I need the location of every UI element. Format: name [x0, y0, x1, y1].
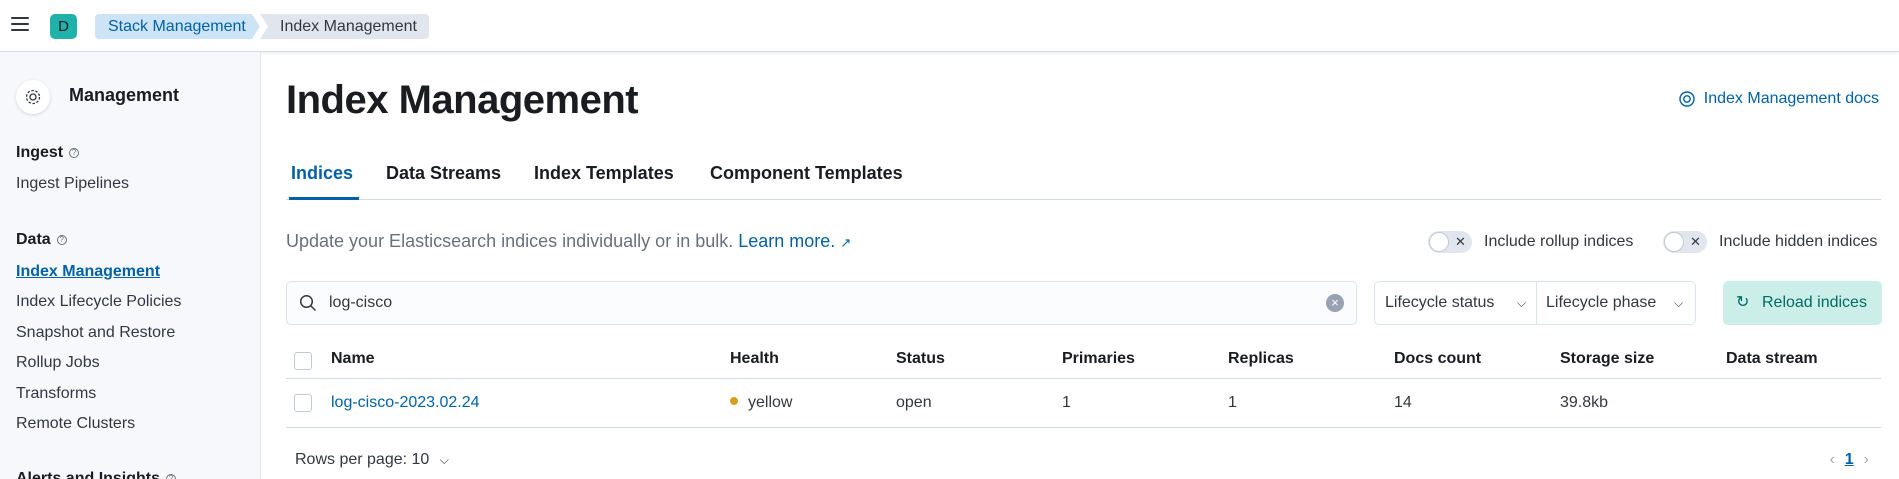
sidebar-item-index-management[interactable]: Index Management — [16, 263, 160, 281]
sidebar-item-transforms[interactable]: Transforms — [16, 385, 96, 403]
primaries-cell: 1 — [1062, 394, 1071, 411]
storage-size-cell: 39.8kb — [1560, 394, 1609, 411]
sidebar-item-snapshot-and-restore[interactable]: Snapshot and Restore — [16, 324, 175, 342]
column-docs-count[interactable]: Docs count — [1394, 350, 1481, 368]
rows-per-page-button[interactable]: Rows per page: 10 ⌵ — [295, 451, 449, 469]
toggle-rollup-indices[interactable]: ✕ Include rollup indices — [1428, 231, 1633, 253]
select-all-checkbox[interactable] — [294, 352, 312, 370]
pagination: ‹ 1 › — [1819, 451, 1879, 469]
reload-label: Reload indices — [1762, 294, 1867, 311]
space-avatar[interactable]: D — [50, 14, 77, 39]
menu-icon[interactable] — [11, 17, 29, 31]
column-primaries[interactable]: Primaries — [1062, 350, 1135, 368]
column-health[interactable]: Health — [730, 350, 779, 368]
chevron-down-icon: ⌵ — [1674, 296, 1684, 310]
help-icon[interactable]: ? — [69, 147, 80, 158]
breadcrumb-index-management: Index Management — [260, 14, 429, 39]
hidden-switch[interactable]: ✕ — [1663, 231, 1707, 253]
column-storage-size[interactable]: Storage size — [1560, 350, 1654, 368]
tab-component-templates[interactable]: Component Templates — [710, 163, 903, 184]
breadcrumb-stack-management[interactable]: Stack Management — [95, 14, 260, 39]
column-status[interactable]: Status — [896, 350, 945, 368]
clear-search-icon[interactable]: × — [1326, 294, 1344, 312]
docs-link-label: Index Management docs — [1703, 90, 1879, 107]
sidebar-section-data: Data? — [16, 231, 67, 249]
previous-page-icon[interactable]: ‹ — [1829, 451, 1834, 469]
reload-indices-button[interactable]: ↻ Reload indices — [1723, 281, 1882, 325]
rollup-switch[interactable]: ✕ — [1428, 231, 1472, 253]
filter-group: Lifecycle status ⌵ Lifecycle phase ⌵ — [1374, 281, 1696, 325]
learn-more-link[interactable]: Learn more. ↗ — [738, 231, 851, 251]
tab-data-streams[interactable]: Data Streams — [386, 163, 501, 184]
sidebar-title: Management — [69, 85, 180, 105]
next-page-icon[interactable]: › — [1864, 451, 1869, 469]
chevron-down-icon: ⌵ — [439, 453, 449, 467]
toggle-hidden-indices[interactable]: ✕ Include hidden indices — [1663, 231, 1877, 253]
top-header: D Stack Management Index Management — [0, 0, 1899, 52]
sidebar-item-ingest-pipelines[interactable]: Ingest Pipelines — [16, 175, 129, 193]
index-name-link[interactable]: log-cisco-2023.02.24 — [331, 394, 480, 412]
table-row: log-cisco-2023.02.24 yellow open 1 1 14 … — [286, 379, 1881, 428]
search-bar: × — [286, 281, 1357, 325]
tab-selected-indicator — [289, 197, 359, 200]
page-title: Index Management — [286, 78, 639, 122]
replicas-cell: 1 — [1228, 394, 1237, 411]
sidebar-item-index-lifecycle-policies[interactable]: Index Lifecycle Policies — [16, 293, 181, 311]
sidebar-section-alerts-and-insights: Alerts and Insights? — [16, 470, 177, 479]
sidebar-item-remote-clusters[interactable]: Remote Clusters — [16, 415, 135, 433]
help-ring-icon — [1679, 91, 1695, 107]
tab-index-templates[interactable]: Index Templates — [534, 163, 674, 184]
health-status-dot — [730, 396, 738, 405]
row-checkbox[interactable] — [294, 394, 312, 412]
docs-count-cell: 14 — [1394, 394, 1412, 411]
sidebar: Management Ingest? Ingest Pipelines Data… — [0, 52, 261, 479]
sidebar-item-rollup-jobs[interactable]: Rollup Jobs — [16, 354, 100, 372]
tab-indices[interactable]: Indices — [291, 163, 353, 184]
filter-lifecycle-phase[interactable]: Lifecycle phase ⌵ — [1546, 282, 1696, 324]
status-cell: open — [896, 394, 932, 411]
gear-icon — [16, 80, 50, 114]
main-content: Index Management Index Management docs I… — [262, 52, 1899, 479]
search-input[interactable] — [329, 292, 1279, 314]
help-icon[interactable]: ? — [166, 473, 177, 479]
chevron-down-icon: ⌵ — [1517, 296, 1527, 310]
external-link-icon: ↗ — [840, 235, 852, 250]
column-data-stream[interactable]: Data stream — [1726, 350, 1818, 368]
help-icon[interactable]: ? — [56, 234, 67, 245]
page-description: Update your Elasticsearch indices indivi… — [286, 231, 851, 252]
table-header: Name Health Status Primaries Replicas Do… — [286, 342, 1881, 379]
description-text: Update your Elasticsearch indices indivi… — [286, 231, 734, 251]
sidebar-section-ingest: Ingest? — [16, 144, 80, 162]
column-name[interactable]: Name — [331, 350, 375, 368]
tab-bar: Indices Data Streams Index Templates Com… — [286, 146, 1881, 200]
hidden-switch-label: Include hidden indices — [1719, 233, 1878, 250]
filter-lifecycle-status[interactable]: Lifecycle status ⌵ — [1385, 282, 1535, 324]
docs-link[interactable]: Index Management docs — [1678, 90, 1879, 108]
health-cell: yellow — [730, 394, 792, 412]
refresh-icon: ↻ — [1736, 294, 1750, 311]
rollup-switch-label: Include rollup indices — [1484, 233, 1634, 250]
search-icon — [299, 294, 317, 312]
column-replicas[interactable]: Replicas — [1228, 350, 1294, 368]
page-1-button[interactable]: 1 — [1845, 451, 1854, 469]
